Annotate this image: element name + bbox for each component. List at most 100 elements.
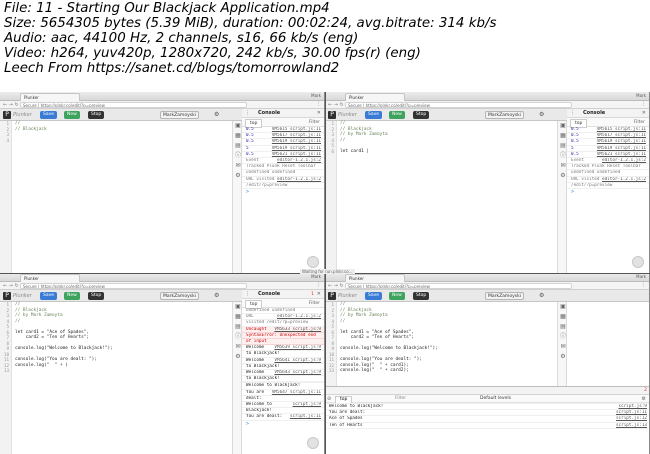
code-editor[interactable]: 1 2 3 4 5 6//// Blackjack// by Mark Zamoyta//…: [325, 121, 557, 273]
code-area[interactable]: //// Blackjack// by Mark Zamoyta//let ca…: [15, 302, 232, 374]
chrome-profile[interactable]: Mark: [636, 93, 646, 98]
console-message[interactable]: /edit/?p=preview: [242, 183, 324, 190]
chrome-profile[interactable]: Mark: [311, 274, 321, 279]
chrome-profile[interactable]: Mark: [311, 93, 321, 98]
console-source-link[interactable]: VM5615 script.js:11: [272, 127, 321, 132]
code-line[interactable]: [15, 138, 232, 144]
console-source-link[interactable]: script.js:9: [293, 402, 321, 407]
browser-tab[interactable]: Plunker: [20, 93, 80, 101]
save-button[interactable]: Save: [40, 111, 58, 119]
more-icon[interactable]: ⋮: [245, 290, 250, 299]
new-button[interactable]: New: [64, 111, 80, 119]
console-source-link[interactable]: VM5621 script.js:11: [272, 152, 321, 157]
console-source-link[interactable]: VM5633 script.js:9: [274, 327, 321, 332]
gear-icon[interactable]: ⚙: [214, 292, 219, 300]
console-prompt[interactable]: >: [242, 421, 324, 427]
console-message[interactable]: You are dealt: script.js:11: [242, 414, 324, 421]
levels-select[interactable]: Default levels: [480, 396, 511, 402]
new-button[interactable]: New: [64, 292, 80, 300]
console-prompt[interactable]: >: [567, 189, 649, 195]
plunker-logo-icon[interactable]: P: [3, 292, 11, 300]
scroll-handle[interactable]: [307, 437, 319, 449]
gear-icon[interactable]: ⚙: [214, 111, 219, 119]
clear-console-icon[interactable]: ⊘: [327, 395, 331, 403]
filter-input[interactable]: Filter: [309, 300, 320, 307]
stop-button[interactable]: Stop: [88, 292, 105, 300]
save-button[interactable]: Save: [365, 111, 383, 119]
console-source-link[interactable]: VM5643 script.js:9: [274, 370, 321, 375]
browser-tab[interactable]: Plunker: [345, 93, 405, 101]
console-source-link[interactable]: VM5615 script.js:11: [597, 127, 646, 132]
filter-input[interactable]: Filter: [309, 119, 320, 126]
address-bar[interactable]: Secure | https://plnkr.co/edit/?p=previe…: [20, 102, 247, 108]
gear-icon[interactable]: ⚙: [539, 292, 544, 300]
user-menu[interactable]: MarkZamoyski: [160, 292, 199, 300]
console-source-link[interactable]: VM5619 script.js:11: [597, 139, 646, 144]
code-editor[interactable]: 1 2 3 4 5 6 7 8 9 10 11 12 13//// Blackjack// by Mar…: [0, 302, 232, 454]
address-bar[interactable]: Secure | https://plnkr.co/edit/?p=previe…: [345, 283, 572, 289]
console-source-link[interactable]: VM5621 script.js:11: [597, 152, 646, 157]
code-editor[interactable]: 1 2 3 4//// Blackjack: [0, 121, 232, 273]
more-icon[interactable]: ⋮: [570, 109, 575, 118]
settings-icon[interactable]: ⚙: [642, 395, 646, 403]
back-forward-icon[interactable]: ← → ↻: [3, 283, 19, 289]
filter-input[interactable]: Filter: [395, 396, 406, 402]
code-line[interactable]: [15, 368, 232, 374]
code-area[interactable]: //// Blackjack: [15, 121, 232, 143]
error-count-badge[interactable]: 1: [311, 290, 314, 299]
console-source-link[interactable]: script.js:12: [616, 416, 647, 421]
console-source-link[interactable]: script.js:11: [616, 410, 647, 415]
close-icon[interactable]: ✕: [317, 290, 321, 299]
error-count-badge[interactable]: 2: [644, 387, 647, 394]
back-forward-icon[interactable]: ← → ↻: [328, 102, 344, 108]
stop-button[interactable]: Stop: [413, 111, 430, 119]
new-button[interactable]: New: [389, 111, 405, 119]
console-source-link[interactable]: editor-1.2.1.js:2: [277, 158, 321, 163]
menu-dots-icon[interactable]: ⋮: [316, 101, 321, 107]
menu-dots-icon[interactable]: ⋮: [316, 282, 321, 288]
chrome-profile[interactable]: Mark: [636, 274, 646, 279]
console-message[interactable]: Ten of Hearts script.js:13: [325, 423, 649, 429]
console-source-link[interactable]: VM5617 script.js:11: [597, 133, 646, 138]
stop-button[interactable]: Stop: [413, 292, 430, 300]
new-button[interactable]: New: [389, 292, 405, 300]
console-source-link[interactable]: editor-1.2.1.js:2: [277, 177, 321, 182]
code-area[interactable]: //// Blackjack// by Mark Zamoyta//let ca…: [340, 302, 557, 374]
save-button[interactable]: Save: [40, 292, 58, 300]
scroll-handle[interactable]: [307, 256, 319, 268]
plunker-logo-icon[interactable]: P: [328, 111, 336, 119]
plunker-logo-icon[interactable]: P: [3, 111, 11, 119]
plunker-logo-icon[interactable]: P: [328, 292, 336, 300]
browser-tab[interactable]: Plunker: [20, 274, 80, 282]
console-source-link[interactable]: editor-1.2.1.js:2: [277, 314, 321, 319]
save-button[interactable]: Save: [365, 292, 383, 300]
close-icon[interactable]: ✕: [317, 109, 321, 118]
more-icon[interactable]: ⋮: [245, 109, 250, 118]
back-forward-icon[interactable]: ← → ↻: [328, 283, 344, 289]
console-prompt[interactable]: >: [242, 189, 324, 195]
browser-tab[interactable]: Plunker: [345, 274, 405, 282]
console-source-link[interactable]: VM5639 script.js:9: [274, 345, 321, 350]
menu-dots-icon[interactable]: ⋮: [641, 101, 646, 107]
filter-input[interactable]: Filter: [634, 119, 645, 126]
console-source-link[interactable]: VM5647 script.js:11: [272, 390, 321, 395]
code-line[interactable]: console.log(" " + card2);: [340, 368, 557, 374]
console-source-link[interactable]: editor-1.2.1.js:2: [602, 158, 646, 163]
address-bar[interactable]: Secure | https://plnkr.co/edit/?p=previe…: [345, 102, 572, 108]
console-source-link[interactable]: script.js:9: [619, 404, 647, 409]
back-forward-icon[interactable]: ← → ↻: [3, 102, 19, 108]
scroll-handle[interactable]: [632, 256, 644, 268]
console-source-link[interactable]: script.js:13: [616, 423, 647, 428]
code-area[interactable]: //// Blackjack// by Mark Zamoyta//let ca…: [340, 121, 557, 154]
console-source-link[interactable]: editor-1.2.1.js:2: [602, 177, 646, 182]
address-bar[interactable]: Secure | https://plnkr.co/edit/?p=previe…: [20, 283, 247, 289]
console-source-link[interactable]: VM5619 script.js:11: [272, 139, 321, 144]
code-line[interactable]: let card1 |: [340, 149, 557, 155]
user-menu[interactable]: MarkZamoyski: [485, 292, 524, 300]
console-source-link[interactable]: VM5619 script.js:11: [597, 146, 646, 151]
menu-dots-icon[interactable]: ⋮: [641, 282, 646, 288]
stop-button[interactable]: Stop: [88, 111, 105, 119]
console-source-link[interactable]: VM5617 script.js:11: [272, 133, 321, 138]
console-source-link[interactable]: script.js:11: [290, 414, 321, 419]
user-menu[interactable]: MarkZamoyski: [485, 111, 524, 119]
